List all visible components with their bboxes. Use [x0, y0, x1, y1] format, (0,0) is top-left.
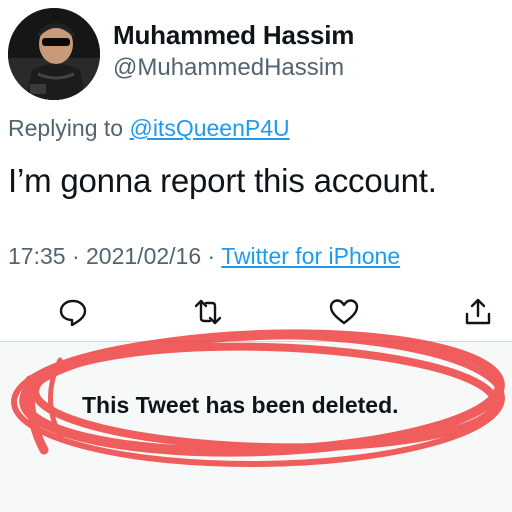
speech-bubble-icon — [59, 299, 87, 327]
user-handle[interactable]: @MuhammedHassim — [113, 54, 344, 82]
deleted-tweet-notice: This Tweet has been deleted. — [82, 392, 399, 418]
avatar[interactable] — [8, 8, 100, 100]
tweet-date[interactable]: 2021/02/16 — [86, 243, 201, 269]
tweet-header: Muhammed Hassim @MuhammedHassim — [0, 0, 512, 110]
share-button[interactable] — [462, 296, 494, 328]
action-bar — [0, 296, 512, 336]
replying-prefix: Replying to — [8, 115, 130, 141]
retweet-icon — [194, 299, 222, 325]
tweet-source-link[interactable]: Twitter for iPhone — [221, 243, 400, 269]
like-button[interactable] — [328, 296, 360, 328]
tweet-text: I’m gonna report this account. — [8, 162, 437, 199]
deleted-tweet-panel — [0, 342, 512, 512]
heart-icon — [329, 299, 359, 325]
tweet-time[interactable]: 17:35 — [8, 243, 66, 269]
reply-target-link[interactable]: @itsQueenP4U — [129, 115, 289, 141]
profile-photo-icon — [8, 8, 100, 100]
tweet-meta: 17:35 · 2021/02/16 · Twitter for iPhone — [8, 243, 400, 270]
replying-to-line: Replying to @itsQueenP4U — [8, 115, 290, 142]
meta-separator: · — [201, 243, 222, 269]
retweet-button[interactable] — [192, 296, 224, 328]
share-icon — [465, 298, 491, 325]
meta-separator: · — [65, 243, 87, 269]
display-name[interactable]: Muhammed Hassim — [113, 20, 354, 51]
reply-button[interactable] — [57, 296, 89, 328]
